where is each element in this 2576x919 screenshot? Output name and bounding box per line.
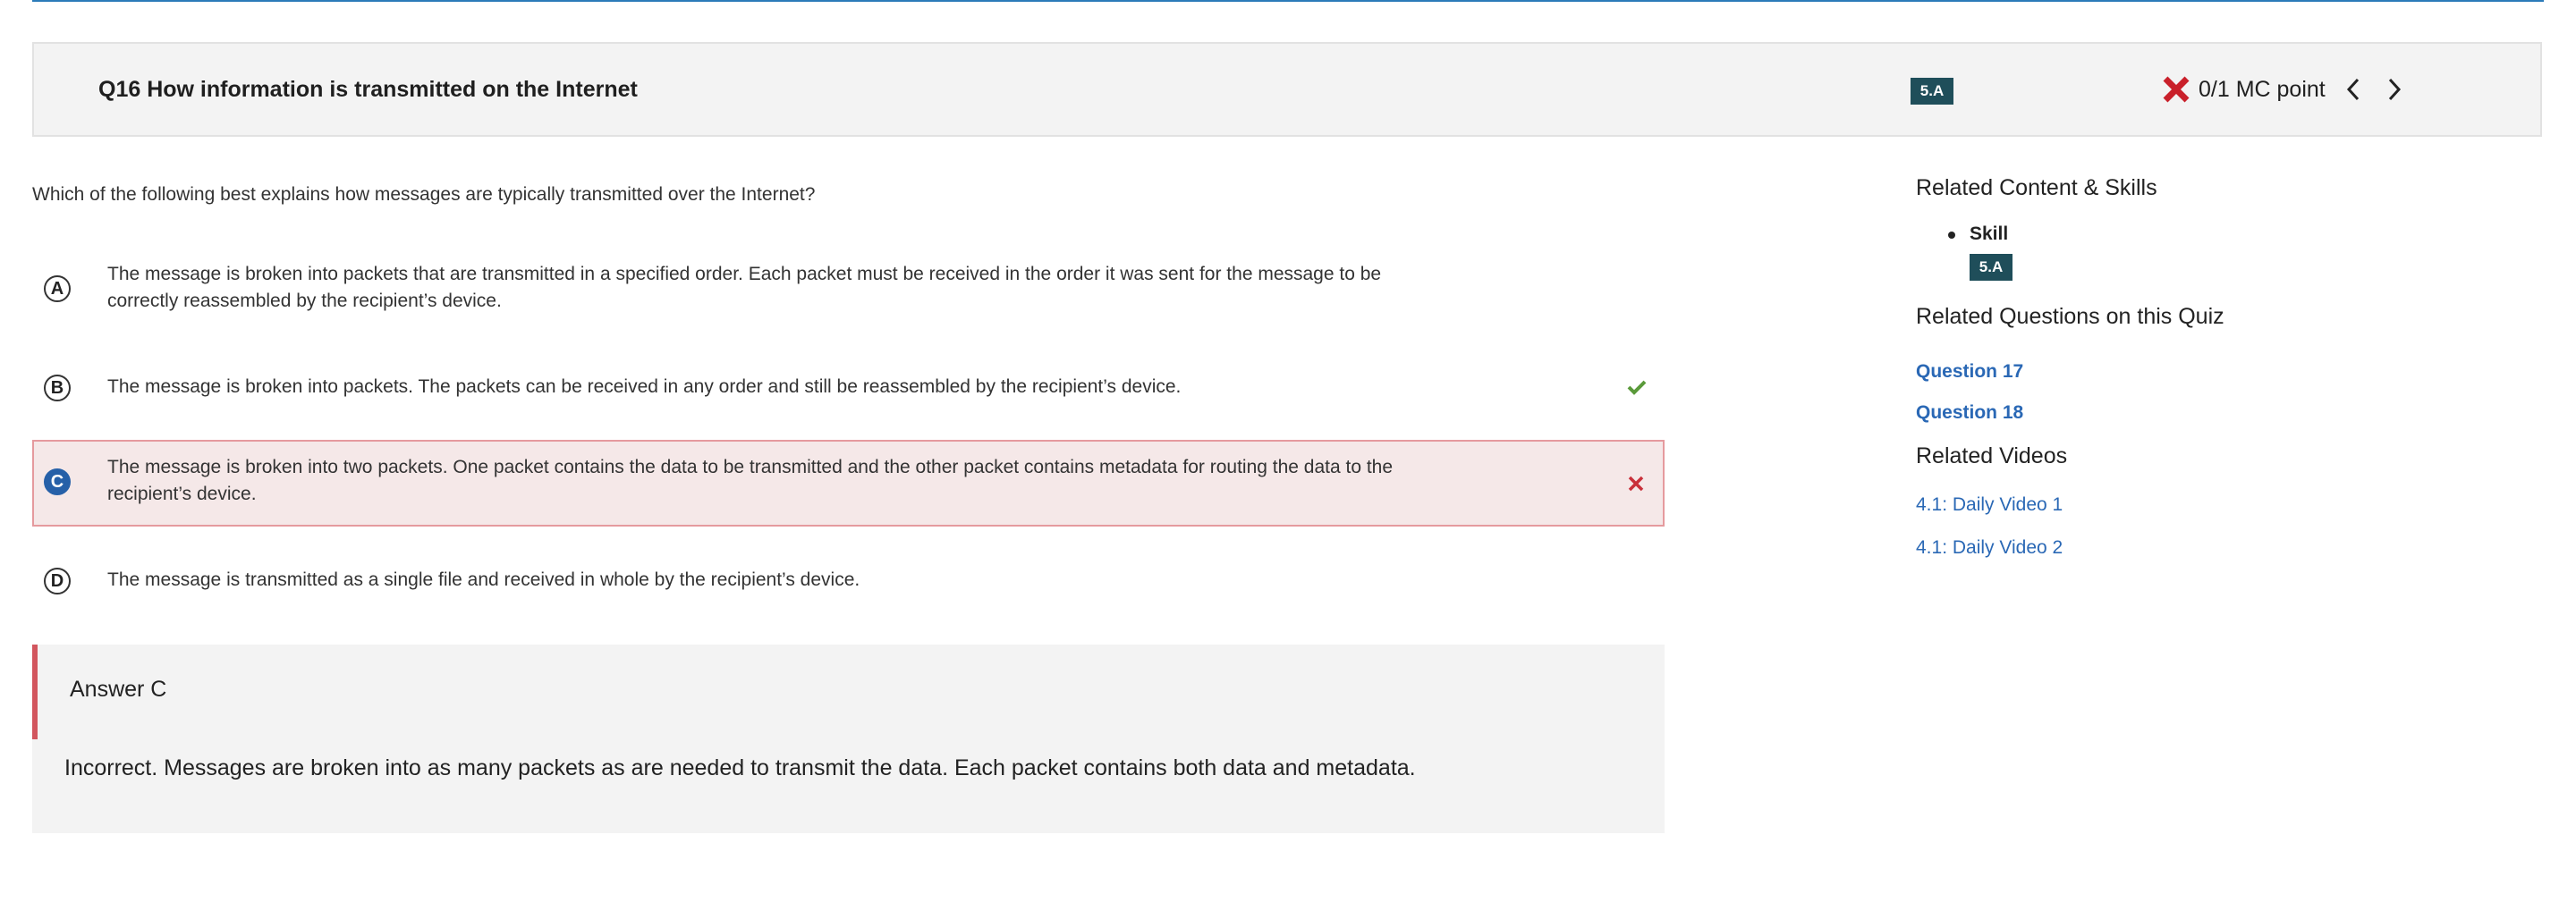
option-letter: D [44,568,71,594]
x-icon [2163,76,2190,103]
related-questions-heading: Related Questions on this Quiz [1916,304,2224,329]
answer-explanation-panel: Answer C Incorrect. Messages are broken … [32,645,1665,833]
related-video-link[interactable]: 4.1: Daily Video 1 [1916,494,2063,516]
answer-status-bar [32,645,38,739]
skill-badge: 5.A [1970,254,2012,281]
top-rule [32,0,2544,2]
option-text: The message is broken into two packets. … [107,457,1394,504]
previous-question-button[interactable] [2340,72,2367,107]
check-icon [1627,380,1647,395]
answer-option-a[interactable]: A The message is broken into packets tha… [32,257,1665,322]
option-text: The message is broken into packets. The … [107,376,1182,397]
related-question-link[interactable]: Question 17 [1916,361,2023,383]
option-letter: C [44,468,71,495]
answer-title: Answer C [70,677,167,702]
answer-option-d[interactable]: D The message is transmitted as a single… [32,565,1665,597]
skill-badge: 5.A [1911,78,1953,105]
question-title: Q16 How information is transmitted on th… [98,77,638,102]
answer-option-c[interactable]: C The message is broken into two packets… [32,440,1665,527]
related-videos-heading: Related Videos [1916,443,2068,468]
option-text: The message is transmitted as a single f… [107,569,860,590]
option-letter: A [44,275,71,302]
question-header: Q16 How information is transmitted on th… [32,42,2542,137]
chevron-right-icon [2388,78,2401,101]
option-letter: B [44,375,71,401]
next-question-button[interactable] [2381,72,2408,107]
score-text: 0/1 MC point [2199,76,2326,102]
x-icon [1628,476,1644,492]
related-video-link[interactable]: 4.1: Daily Video 2 [1916,537,2063,559]
related-content-heading: Related Content & Skills [1916,175,2157,200]
question-prompt: Which of the following best explains how… [32,184,816,205]
skill-label: Skill [1970,223,2009,244]
bullet-icon [1948,232,1955,239]
chevron-left-icon [2346,78,2359,101]
option-text: The message is broken into packets that … [107,264,1382,311]
answer-explanation: Incorrect. Messages are broken into as m… [64,755,1416,780]
score-area: 0/1 MC point [2161,44,2408,135]
related-question-link[interactable]: Question 18 [1916,402,2023,424]
answer-option-b[interactable]: B The message is broken into packets. Th… [32,368,1665,408]
